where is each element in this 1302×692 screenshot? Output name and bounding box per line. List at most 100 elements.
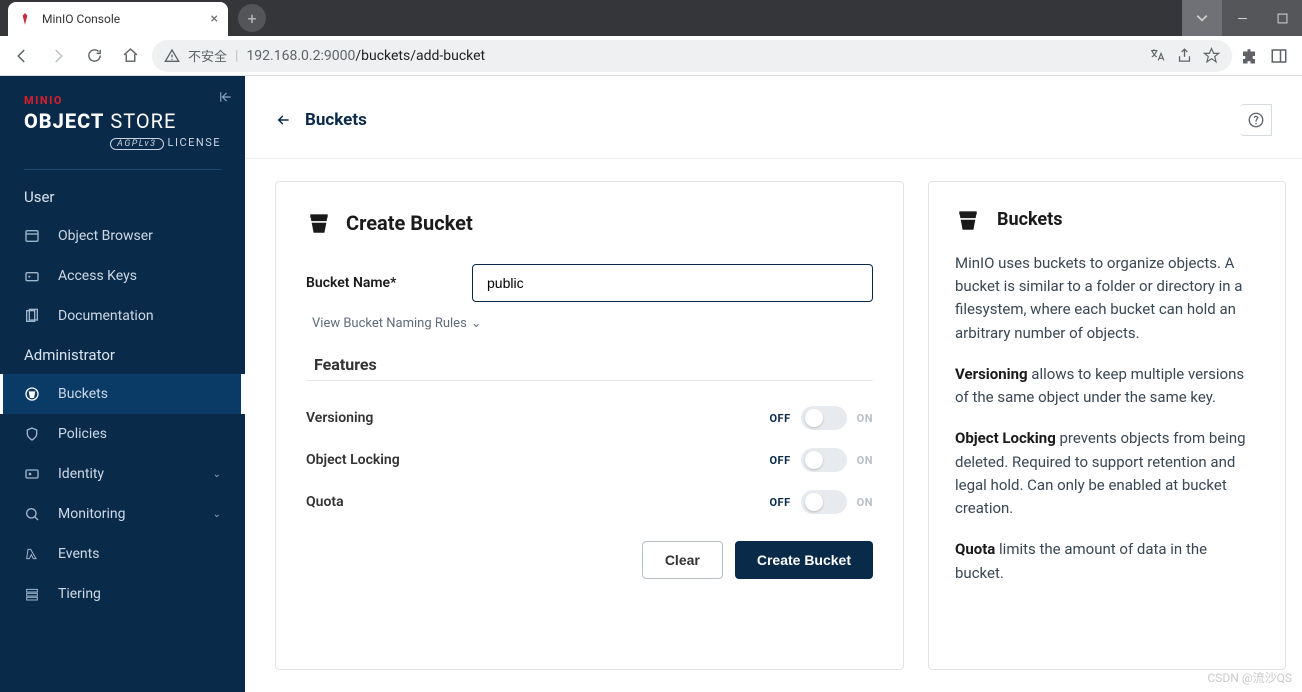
sidebar-item-label: Buckets — [58, 386, 108, 402]
create-bucket-button[interactable]: Create Bucket — [735, 541, 873, 579]
card-head: Create Bucket — [306, 210, 873, 236]
sidebar-item-identity[interactable]: Identity ⌄ — [0, 454, 245, 494]
info-paragraph: Versioning allows to keep multiple versi… — [955, 363, 1259, 410]
info-heading: Buckets — [997, 206, 1062, 234]
feature-label: Versioning — [306, 410, 373, 426]
on-label: ON — [857, 454, 873, 467]
tab-search-button[interactable] — [1182, 0, 1222, 36]
page-header: Buckets — [245, 76, 1302, 159]
quota-toggle-group: OFF ON — [769, 490, 873, 514]
feature-object-locking: Object Locking OFF ON — [306, 439, 873, 481]
main: Buckets Create Bucket Bucket Name* View … — [245, 76, 1302, 692]
divider — [306, 380, 873, 381]
feature-label: Quota — [306, 494, 344, 510]
share-icon[interactable] — [1176, 47, 1193, 64]
clear-button[interactable]: Clear — [642, 541, 723, 579]
page-back-button[interactable] — [275, 113, 293, 127]
form-actions: Clear Create Bucket — [306, 541, 873, 579]
side-panel-icon[interactable] — [1270, 47, 1288, 65]
chevron-down-icon: ⌄ — [213, 469, 221, 480]
on-label: ON — [857, 412, 873, 425]
sidebar-item-events[interactable]: Events — [0, 534, 245, 574]
browser-tab[interactable]: MinIO Console × — [8, 2, 228, 36]
bookmark-icon[interactable] — [1203, 47, 1220, 64]
home-button[interactable] — [116, 42, 144, 70]
off-label: OFF — [769, 454, 790, 467]
app: MINIO OBJECT STORE AGPLv3LICENSE User Ob… — [0, 76, 1302, 692]
forward-button[interactable] — [44, 42, 72, 70]
versioning-toggle[interactable] — [801, 406, 847, 430]
bucket-large-icon — [306, 210, 332, 236]
sidebar-item-tiering[interactable]: Tiering — [0, 574, 245, 614]
create-bucket-card: Create Bucket Bucket Name* View Bucket N… — [275, 181, 904, 670]
chevron-down-icon: ⌄ — [471, 316, 482, 331]
monitoring-icon — [24, 506, 42, 522]
browser-chrome: MinIO Console × + 不安全 | 192.168.0.2:9000… — [0, 0, 1302, 76]
browser-icon — [24, 228, 42, 244]
key-icon — [24, 268, 42, 284]
object-locking-toggle-group: OFF ON — [769, 448, 873, 472]
bucket-name-row: Bucket Name* — [306, 264, 873, 302]
feature-quota: Quota OFF ON — [306, 481, 873, 523]
tab-title: MinIO Console — [42, 12, 203, 26]
minio-favicon-icon — [18, 11, 34, 27]
maximize-button[interactable] — [1262, 0, 1302, 36]
help-button[interactable] — [1240, 104, 1272, 136]
insecure-warning-icon — [164, 48, 180, 64]
tiering-icon — [24, 586, 42, 602]
content: Create Bucket Bucket Name* View Bucket N… — [245, 159, 1302, 692]
naming-rules-link[interactable]: View Bucket Naming Rules ⌄ — [312, 316, 482, 331]
lambda-icon — [24, 546, 42, 562]
page-title: Buckets — [305, 110, 367, 130]
info-card: Buckets MinIO uses buckets to organize o… — [928, 181, 1286, 670]
collapse-sidebar-icon[interactable] — [219, 90, 233, 104]
bucket-name-label: Bucket Name* — [306, 275, 456, 291]
omnibox-actions — [1149, 47, 1220, 64]
versioning-toggle-group: OFF ON — [769, 406, 873, 430]
sidebar-item-policies[interactable]: Policies — [0, 414, 245, 454]
tab-strip: MinIO Console × + — [0, 0, 1302, 36]
back-button[interactable] — [8, 42, 36, 70]
extension-area — [1240, 47, 1294, 65]
section-admin: Administrator — [0, 336, 245, 374]
identity-icon — [24, 466, 42, 482]
sidebar: MINIO OBJECT STORE AGPLv3LICENSE User Ob… — [0, 76, 245, 692]
object-locking-toggle[interactable] — [801, 448, 847, 472]
bucket-large-icon — [955, 207, 981, 233]
browser-toolbar: 不安全 | 192.168.0.2:9000/buckets/add-bucke… — [0, 36, 1302, 76]
url-text: 192.168.0.2:9000/buckets/add-bucket — [246, 48, 485, 64]
reload-button[interactable] — [80, 42, 108, 70]
form-heading: Create Bucket — [346, 211, 473, 235]
features-heading: Features — [314, 355, 873, 374]
quota-toggle[interactable] — [801, 490, 847, 514]
window-controls — [1182, 0, 1302, 36]
sidebar-item-buckets[interactable]: Buckets — [0, 374, 245, 414]
tab-close-icon[interactable]: × — [211, 11, 218, 27]
info-paragraph: Object Locking prevents objects from bei… — [955, 427, 1259, 520]
address-bar[interactable]: 不安全 | 192.168.0.2:9000/buckets/add-bucke… — [152, 40, 1232, 72]
sidebar-item-label: Documentation — [58, 308, 154, 324]
brand-minio: MINIO — [24, 94, 221, 107]
translate-icon[interactable] — [1149, 47, 1166, 64]
logo: MINIO OBJECT STORE AGPLv3LICENSE — [0, 90, 245, 161]
shield-icon — [24, 426, 42, 442]
sidebar-item-label: Events — [58, 546, 99, 562]
sidebar-item-documentation[interactable]: Documentation — [0, 296, 245, 336]
security-label: 不安全 — [188, 46, 227, 65]
feature-versioning: Versioning OFF ON — [306, 397, 873, 439]
sidebar-item-label: Access Keys — [58, 268, 137, 284]
sidebar-item-label: Identity — [58, 466, 104, 482]
info-head: Buckets — [955, 206, 1259, 234]
minimize-button[interactable] — [1222, 0, 1262, 36]
bucket-name-input[interactable] — [472, 264, 873, 302]
license: AGPLv3LICENSE — [24, 136, 221, 149]
new-tab-button[interactable]: + — [238, 4, 266, 32]
extensions-icon[interactable] — [1240, 47, 1258, 65]
sidebar-item-label: Monitoring — [58, 506, 126, 522]
sidebar-item-access-keys[interactable]: Access Keys — [0, 256, 245, 296]
sidebar-item-label: Policies — [58, 426, 107, 442]
sidebar-item-monitoring[interactable]: Monitoring ⌄ — [0, 494, 245, 534]
sidebar-item-label: Object Browser — [58, 228, 153, 244]
section-user: User — [0, 178, 245, 216]
sidebar-item-object-browser[interactable]: Object Browser — [0, 216, 245, 256]
